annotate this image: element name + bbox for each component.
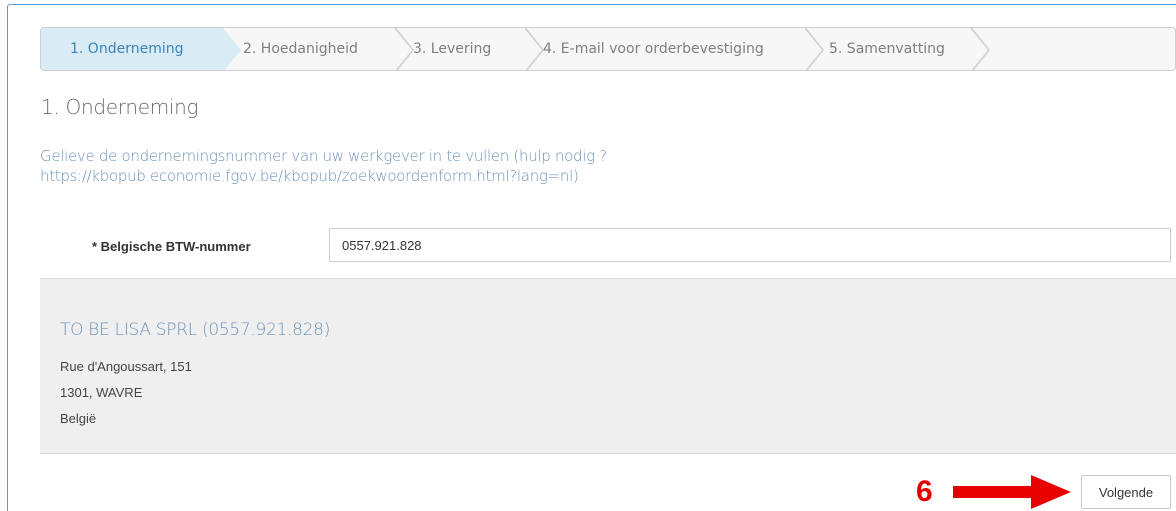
wizard-step-label: 2. Hoedanigheid [243,41,358,57]
intro-line: Gelieve de ondernemingsnummer van uw wer… [40,147,607,165]
wizard-step-label: 3. Levering [413,41,492,57]
company-city: 1301, WAVRE [60,385,143,400]
wizard-steps: 1. Onderneming 2. Hoedanigheid 3. Leveri… [40,27,1176,71]
wizard-step-samenvatting[interactable]: 5. Samenvatting [804,28,990,70]
vat-number-label: * Belgische BTW-nummer [92,239,251,254]
page-title: 1. Onderneming [41,95,199,119]
wizard-step-email[interactable]: 4. E-mail voor orderbevestiging [524,28,824,70]
wizard-step-label: 5. Samenvatting [829,41,945,57]
wizard-step-onderneming[interactable]: 1. Onderneming [41,28,241,70]
wizard-step-hoedanigheid[interactable]: 2. Hoedanigheid [223,28,414,70]
vat-number-input[interactable] [329,228,1171,262]
next-button[interactable]: Volgende [1081,475,1171,509]
kbo-link[interactable]: https://kbopub.economie.fgov.be/kbopub/z… [40,166,780,186]
company-name: TO BE LISA SPRL (0557.921.828) [60,320,331,340]
wizard-step-label: 1. Onderneming [70,41,184,57]
company-country: België [60,411,97,426]
wizard-step-levering[interactable]: 3. Levering [394,28,544,70]
company-details-panel: TO BE LISA SPRL (0557.921.828) Rue d'Ang… [40,278,1176,454]
annotation-arrow-icon [953,475,1071,509]
company-street: Rue d'Angoussart, 151 [60,359,192,374]
intro-text: Gelieve de ondernemingsnummer van uw wer… [40,146,780,186]
annotation-step-number: 6 [916,475,933,508]
wizard-step-label: 4. E-mail voor orderbevestiging [543,41,764,57]
